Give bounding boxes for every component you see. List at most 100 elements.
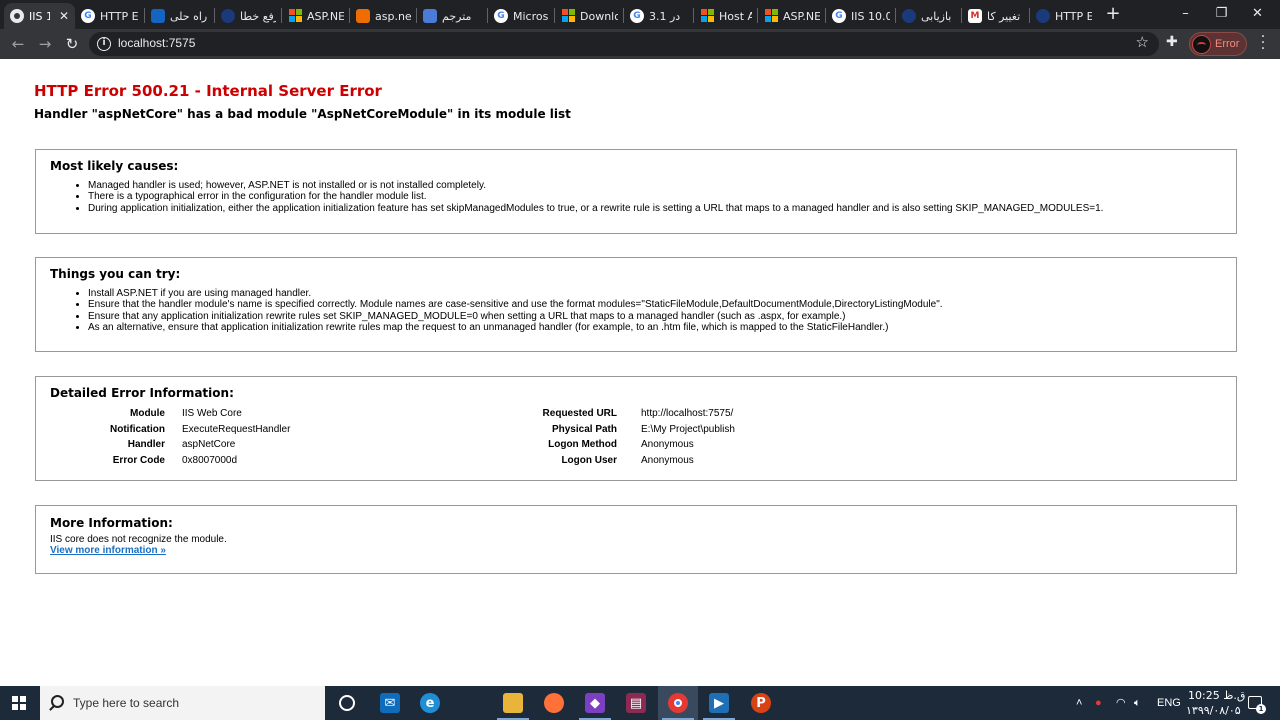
document-icon [151,9,165,23]
folder-icon [503,693,523,713]
winrar-icon: ▤ [626,693,646,713]
tab-strip: IIS 1 ✕ G HTTP Er راه حلی رفع خطا ASP.NET asp.n… [0,0,1280,29]
browser-tab[interactable]: ASP.NE [758,3,826,29]
detail-value: E:\My Project\publish [641,423,735,435]
tab-label: در 3.1 [649,9,681,23]
detail-label: Logon User [561,454,617,466]
browser-tab[interactable]: G HTTP Er [75,3,145,29]
reload-button[interactable]: ↻ [61,33,83,55]
browser-tab[interactable]: مترجم [417,3,488,29]
cortana-icon [339,695,355,711]
language-indicator[interactable]: ENG [1157,686,1181,720]
network-alert-icon[interactable]: ● [1095,686,1102,720]
forward-button[interactable]: → [34,33,56,55]
browser-tab[interactable]: M تغییر کا [962,3,1030,29]
edge-icon: e [420,693,440,713]
mail-icon: ✉ [380,693,400,713]
microsoft-icon [700,9,714,23]
volume-icon[interactable]: 🔈︎ [1134,686,1141,720]
kebab-menu-icon[interactable]: · · · [1256,30,1270,56]
reload-icon: ↻ [65,35,79,53]
chevron-up-icon[interactable]: ˄ [1076,686,1082,720]
detail-label: Handler [127,439,165,450]
tab-close-icon[interactable]: ✕ [59,9,69,23]
file-explorer-app[interactable] [493,686,533,720]
try-panel: Things you can try: Install ASP.NET if y… [35,257,1237,352]
detail-label: Requested URL [542,408,617,419]
detail-label: Logon Method [548,439,617,450]
detail-value: Anonymous [641,439,694,450]
details-panel: Detailed Error Information: Module IIS We… [35,376,1237,481]
address-bar-url[interactable]: localhost:7575 [118,36,195,50]
view-more-info-link[interactable]: View more information » [50,545,166,556]
tab-label: راه حلی [170,9,208,23]
tab-label: بازیابی [921,9,952,23]
browser-tab[interactable]: IIS 1 ✕ [4,3,75,29]
browser-tab[interactable]: رفع خطا [215,3,282,29]
browser-tab[interactable]: G IIS 10.0 [826,3,896,29]
browser-tab[interactable]: Host AS [694,3,758,29]
page-title: HTTP Error 500.21 - Internal Server Erro… [34,82,382,100]
list-item: Install ASP.NET if you are using managed… [88,288,943,299]
chrome-app[interactable] [658,686,698,720]
tab-label: Microsc [513,9,549,23]
tab-label: Downlo [580,9,618,23]
visual-studio-icon: ◆ [585,693,605,713]
taskbar-search-input[interactable]: Type here to search [40,686,325,720]
tab-separator [554,8,555,23]
list-item: As an alternative, ensure that applicati… [88,322,943,333]
browser-tab[interactable]: G در 3.1 [624,3,694,29]
windows-start-icon[interactable] [12,696,26,710]
browser-tab[interactable]: بازیابی [896,3,962,29]
list-item: There is a typographical error in the co… [88,191,1103,202]
tab-label: HTTP Er [1055,9,1092,23]
edge-app[interactable]: e [410,686,450,720]
causes-panel: Most likely causes: Managed handler is u… [35,149,1237,234]
tab-separator [487,8,488,23]
presentation-app[interactable]: P [741,686,781,720]
profile-button[interactable]: Error [1189,32,1247,56]
close-window-button[interactable]: ✕ [1235,0,1280,29]
tab-separator [416,8,417,23]
new-tab-button[interactable]: + [1103,3,1123,25]
back-button[interactable]: ← [7,33,29,55]
mail-app[interactable]: ✉ [370,686,410,720]
address-bar[interactable]: i localhost:7575 ☆ [89,32,1159,56]
google-icon: G [832,9,846,23]
list-item: During application initialization, eithe… [88,203,1103,214]
browser-tab[interactable]: G Microsc [488,3,555,29]
causes-heading: Most likely causes: [50,159,179,173]
try-heading: Things you can try: [50,267,181,281]
firefox-app[interactable] [534,686,574,720]
google-icon: G [630,9,644,23]
extensions-puzzle-icon[interactable]: ✚ [1166,34,1182,52]
tab-label: IIS 1 [29,9,50,23]
detail-value: 0x8007000d [182,454,238,466]
tab-separator [693,8,694,23]
arrow-left-icon: ← [11,35,25,53]
visual-studio-app[interactable]: ◆ [575,686,615,720]
clock-date[interactable]: ۱۳۹۹/۰۸/۰۵ [1186,704,1241,717]
winrar-app[interactable]: ▤ [616,686,656,720]
media-player-icon: ▶ [709,693,729,713]
browser-tab[interactable]: asp.net [350,3,417,29]
browser-tab[interactable]: راه حلی [145,3,215,29]
info-icon[interactable]: i [97,37,111,51]
gmail-icon: M [968,9,982,23]
list-item: Ensure that the handler module's name is… [88,299,943,310]
microsoft-icon [764,9,778,23]
cortana-button[interactable] [327,686,367,720]
detail-label: Error Code [112,454,165,466]
detail-value: aspNetCore [182,439,236,450]
remote-app[interactable]: ▶ [699,686,739,720]
wifi-icon[interactable]: ◠ [1116,686,1126,720]
browser-tab[interactable]: Downlo [555,3,624,29]
bookmark-star-icon[interactable]: ☆ [1136,33,1149,51]
microsoft-icon [561,9,575,23]
browser-tab[interactable]: HTTP Er [1030,3,1098,29]
search-icon [51,695,64,708]
chrome-icon [668,693,688,713]
tab-label: ASP.NE [783,9,820,23]
clock-time[interactable]: 10:25 ق.ظ [1188,689,1245,702]
browser-tab[interactable]: ASP.NET [282,3,350,29]
